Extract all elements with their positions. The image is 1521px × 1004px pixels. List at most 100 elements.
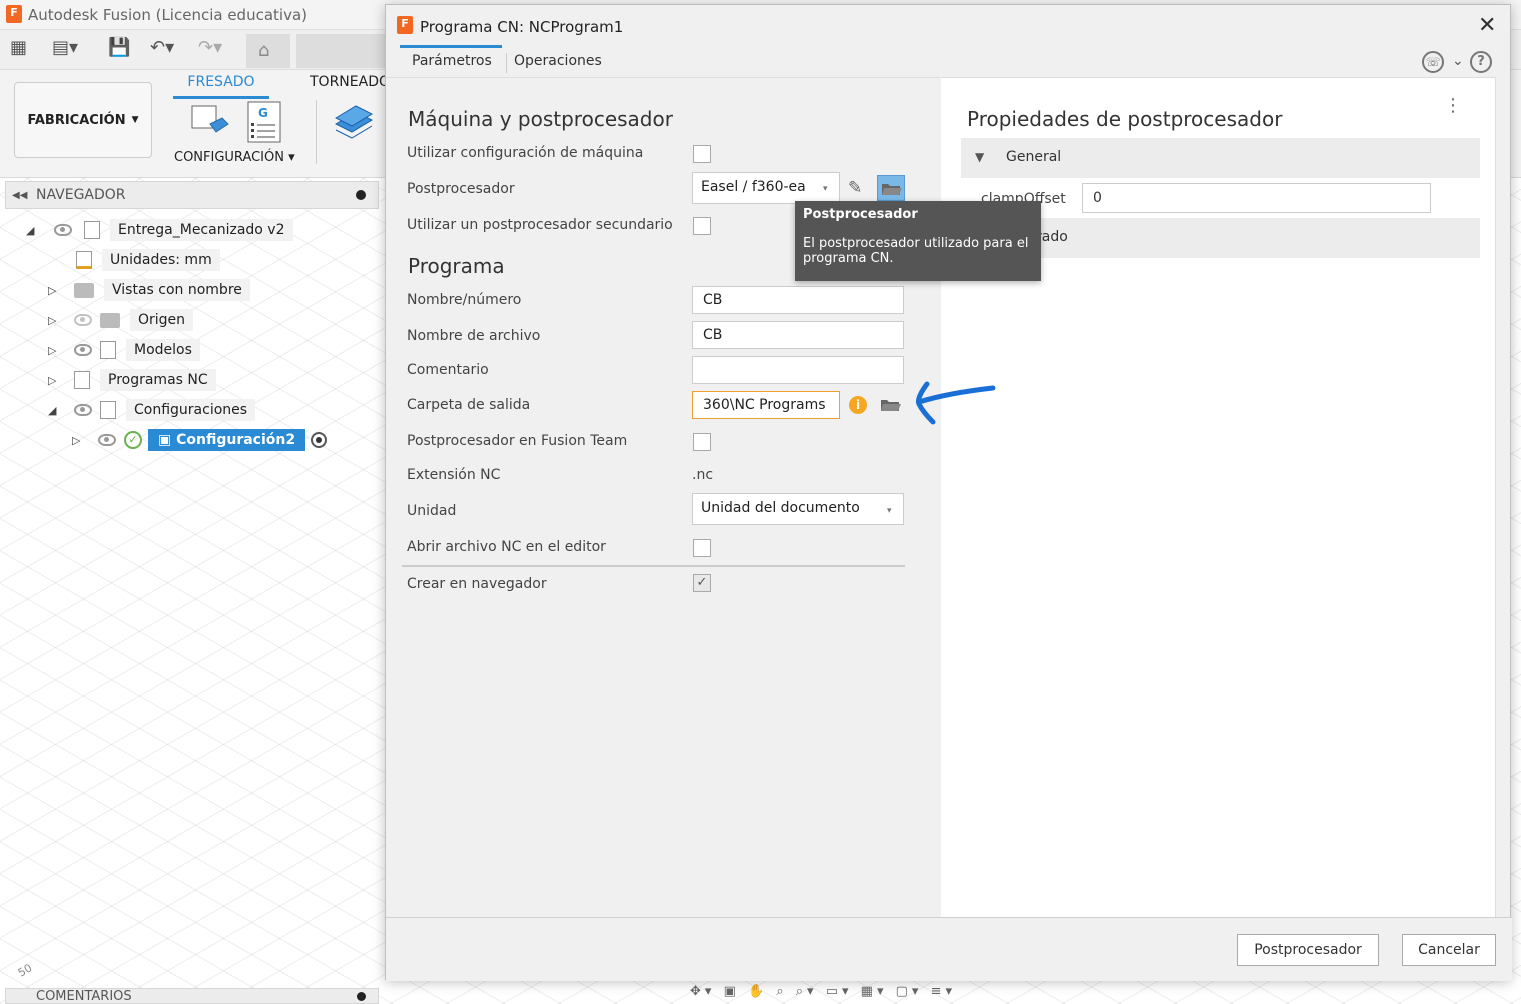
section-program-title: Programa (408, 254, 505, 278)
fusion-team-post-label: Postprocesador en Fusion Team (407, 433, 628, 449)
open-in-editor-checkbox[interactable] (693, 539, 711, 557)
postprocessor-tooltip: Postprocesador El postprocesador utiliza… (795, 201, 1041, 281)
comments-bar[interactable]: COMENTARIOS (5, 988, 379, 1004)
expanded-triangle-icon[interactable]: ◢ (26, 224, 40, 237)
pan-icon[interactable]: ✋ (748, 984, 768, 999)
radio-active-icon[interactable] (311, 432, 328, 448)
tab-separator (506, 53, 507, 73)
folder-open-icon (882, 184, 902, 195)
ribbon-divider (316, 100, 317, 164)
tab-torneado[interactable]: TORNEADO (310, 74, 390, 90)
tree-item-label: Programas NC (100, 369, 216, 391)
visibility-eye-icon[interactable] (74, 404, 92, 416)
edit-pencil-icon[interactable]: ✎ (848, 178, 862, 198)
tree-item-nc-programs[interactable]: ▷ Programas NC (48, 367, 216, 393)
tree-item-label: Vistas con nombre (104, 279, 250, 301)
folder-icon (100, 312, 120, 328)
postprocessor-select[interactable]: Easel / f360-ea (692, 172, 840, 204)
layers-icon[interactable]: ≡▾ (931, 984, 956, 999)
collapsed-triangle-icon[interactable]: ▷ (48, 284, 62, 297)
tree-item-setups[interactable]: ◢ Configuraciones (48, 397, 256, 423)
comment-input[interactable] (692, 356, 904, 384)
more-options-icon[interactable]: ⋮ (1444, 97, 1462, 115)
chevron-down-icon[interactable]: ⌄ (1452, 53, 1464, 69)
tab-parametros[interactable]: Parámetros (412, 53, 492, 69)
use-machine-config-checkbox[interactable] (693, 145, 711, 163)
output-folder-input[interactable]: 360\NC Programs (692, 391, 840, 419)
unit-label: Unidad (407, 503, 457, 519)
phone-icon[interactable]: ☏ (1422, 51, 1444, 73)
svg-text:G: G (258, 106, 268, 120)
home-icon[interactable]: ⌂ (258, 40, 269, 61)
tree-item-models[interactable]: ▷ Modelos (48, 337, 200, 363)
navigator-pin-icon[interactable] (356, 190, 366, 200)
zoom-icon[interactable]: ⌕ (776, 984, 787, 999)
grid-icon[interactable]: ▦▾ (861, 984, 888, 999)
workspace-label: FABRICACIÓN (27, 112, 126, 128)
fusion-team-post-checkbox[interactable] (693, 433, 711, 451)
postprocess-button[interactable]: Postprocesador (1237, 934, 1379, 966)
group-general-header[interactable]: ▼ General (961, 138, 1480, 178)
tree-item-root[interactable]: ◢ Entrega_Mecanizado v2 (26, 217, 293, 243)
create-in-browser-checkbox[interactable]: ✓ (693, 574, 711, 592)
cancel-button[interactable]: Cancelar (1402, 934, 1496, 966)
tree-item-label: Unidades: mm (102, 249, 220, 271)
close-icon[interactable]: ✕ (1478, 13, 1496, 38)
browse-folder-button[interactable] (878, 393, 904, 417)
name-number-input[interactable]: CB (692, 286, 904, 314)
create-in-browser-label: Crear en navegador (407, 576, 547, 592)
open-folder-button[interactable] (877, 175, 905, 201)
clampoffset-input[interactable]: 0 (1082, 183, 1431, 213)
secondary-post-label: Utilizar un postprocesador secundario (407, 217, 673, 233)
tab-fresado[interactable]: FRESADO (174, 74, 268, 90)
grid-menu-icon[interactable]: ▦ (10, 37, 27, 58)
help-icon[interactable]: ? (1470, 51, 1492, 73)
visibility-eye-icon[interactable] (98, 434, 116, 446)
tree-item-label-selected[interactable]: ▣ Configuración2 (148, 429, 306, 451)
tree-item-named-views[interactable]: ▷ Vistas con nombre (48, 277, 250, 303)
save-icon[interactable]: 💾 (108, 37, 130, 58)
undo-icon[interactable]: ↶▾ (150, 37, 174, 58)
unit-select[interactable]: Unidad del documento (692, 493, 904, 525)
configuration-dropdown[interactable]: CONFIGURACIÓN ▾ (174, 150, 295, 165)
hidden-eye-icon[interactable] (74, 314, 92, 326)
display-icon[interactable]: ▭▾ (826, 984, 853, 999)
collapse-panel-icon[interactable]: ◀◀ (12, 190, 36, 201)
collapsed-triangle-icon[interactable]: ▷ (48, 374, 62, 387)
zoom-window-icon[interactable]: ⌕▾ (796, 984, 818, 999)
tree-item-origin[interactable]: ▷ Origen (48, 307, 194, 333)
unit-value: Unidad del documento (701, 500, 860, 516)
folder-open-icon (881, 400, 901, 411)
new-setup-icon[interactable] (190, 104, 230, 140)
file-icon[interactable]: ▤▾ (52, 37, 78, 58)
visibility-eye-icon[interactable] (54, 224, 72, 236)
visibility-eye-icon[interactable] (74, 344, 92, 356)
secondary-post-checkbox[interactable] (693, 217, 711, 235)
look-icon[interactable]: ▣ (724, 984, 740, 999)
properties-title: Propiedades de postprocesador (967, 107, 1283, 131)
document-tab[interactable] (296, 34, 386, 68)
chevron-down-icon: ▾ (823, 184, 828, 194)
folder-icon (74, 282, 94, 298)
tree-item-label: Configuración2 (176, 432, 296, 448)
redo-icon[interactable]: ↷▾ (198, 37, 222, 58)
workspace-switcher-button[interactable]: FABRICACIÓN ▼ (14, 82, 152, 158)
tree-item-label: Entrega_Mecanizado v2 (110, 219, 293, 241)
expanded-triangle-icon[interactable]: ◢ (48, 404, 62, 417)
file-name-input[interactable]: CB (692, 321, 904, 349)
tree-item-setup2[interactable]: ▷ ✓ ▣ Configuración2 (72, 427, 328, 453)
dialog-title: Programa CN: NCProgram1 (420, 18, 624, 36)
view-icon[interactable]: ▢▾ (896, 984, 923, 999)
orbit-icon[interactable]: ✥▾ (690, 984, 715, 999)
tab-operaciones[interactable]: Operaciones (514, 53, 602, 69)
add-comment-icon[interactable] (357, 992, 366, 1001)
nc-program-icon[interactable]: G (247, 101, 281, 143)
collapsed-triangle-icon[interactable]: ▷ (48, 314, 62, 327)
info-warning-icon[interactable]: i (849, 396, 867, 414)
tree-item-units[interactable]: Unidades: mm (76, 247, 220, 273)
setups-folder-icon (100, 401, 116, 419)
stock-layers-icon[interactable] (332, 100, 374, 140)
collapsed-triangle-icon[interactable]: ▷ (48, 344, 62, 357)
collapsed-triangle-icon[interactable]: ▷ (72, 434, 86, 447)
viewport-navigation-toolbar[interactable]: ✥▾ ▣ ✋ ⌕ ⌕▾ ▭▾ ▦▾ ▢▾ ≡▾ (690, 984, 1230, 1004)
